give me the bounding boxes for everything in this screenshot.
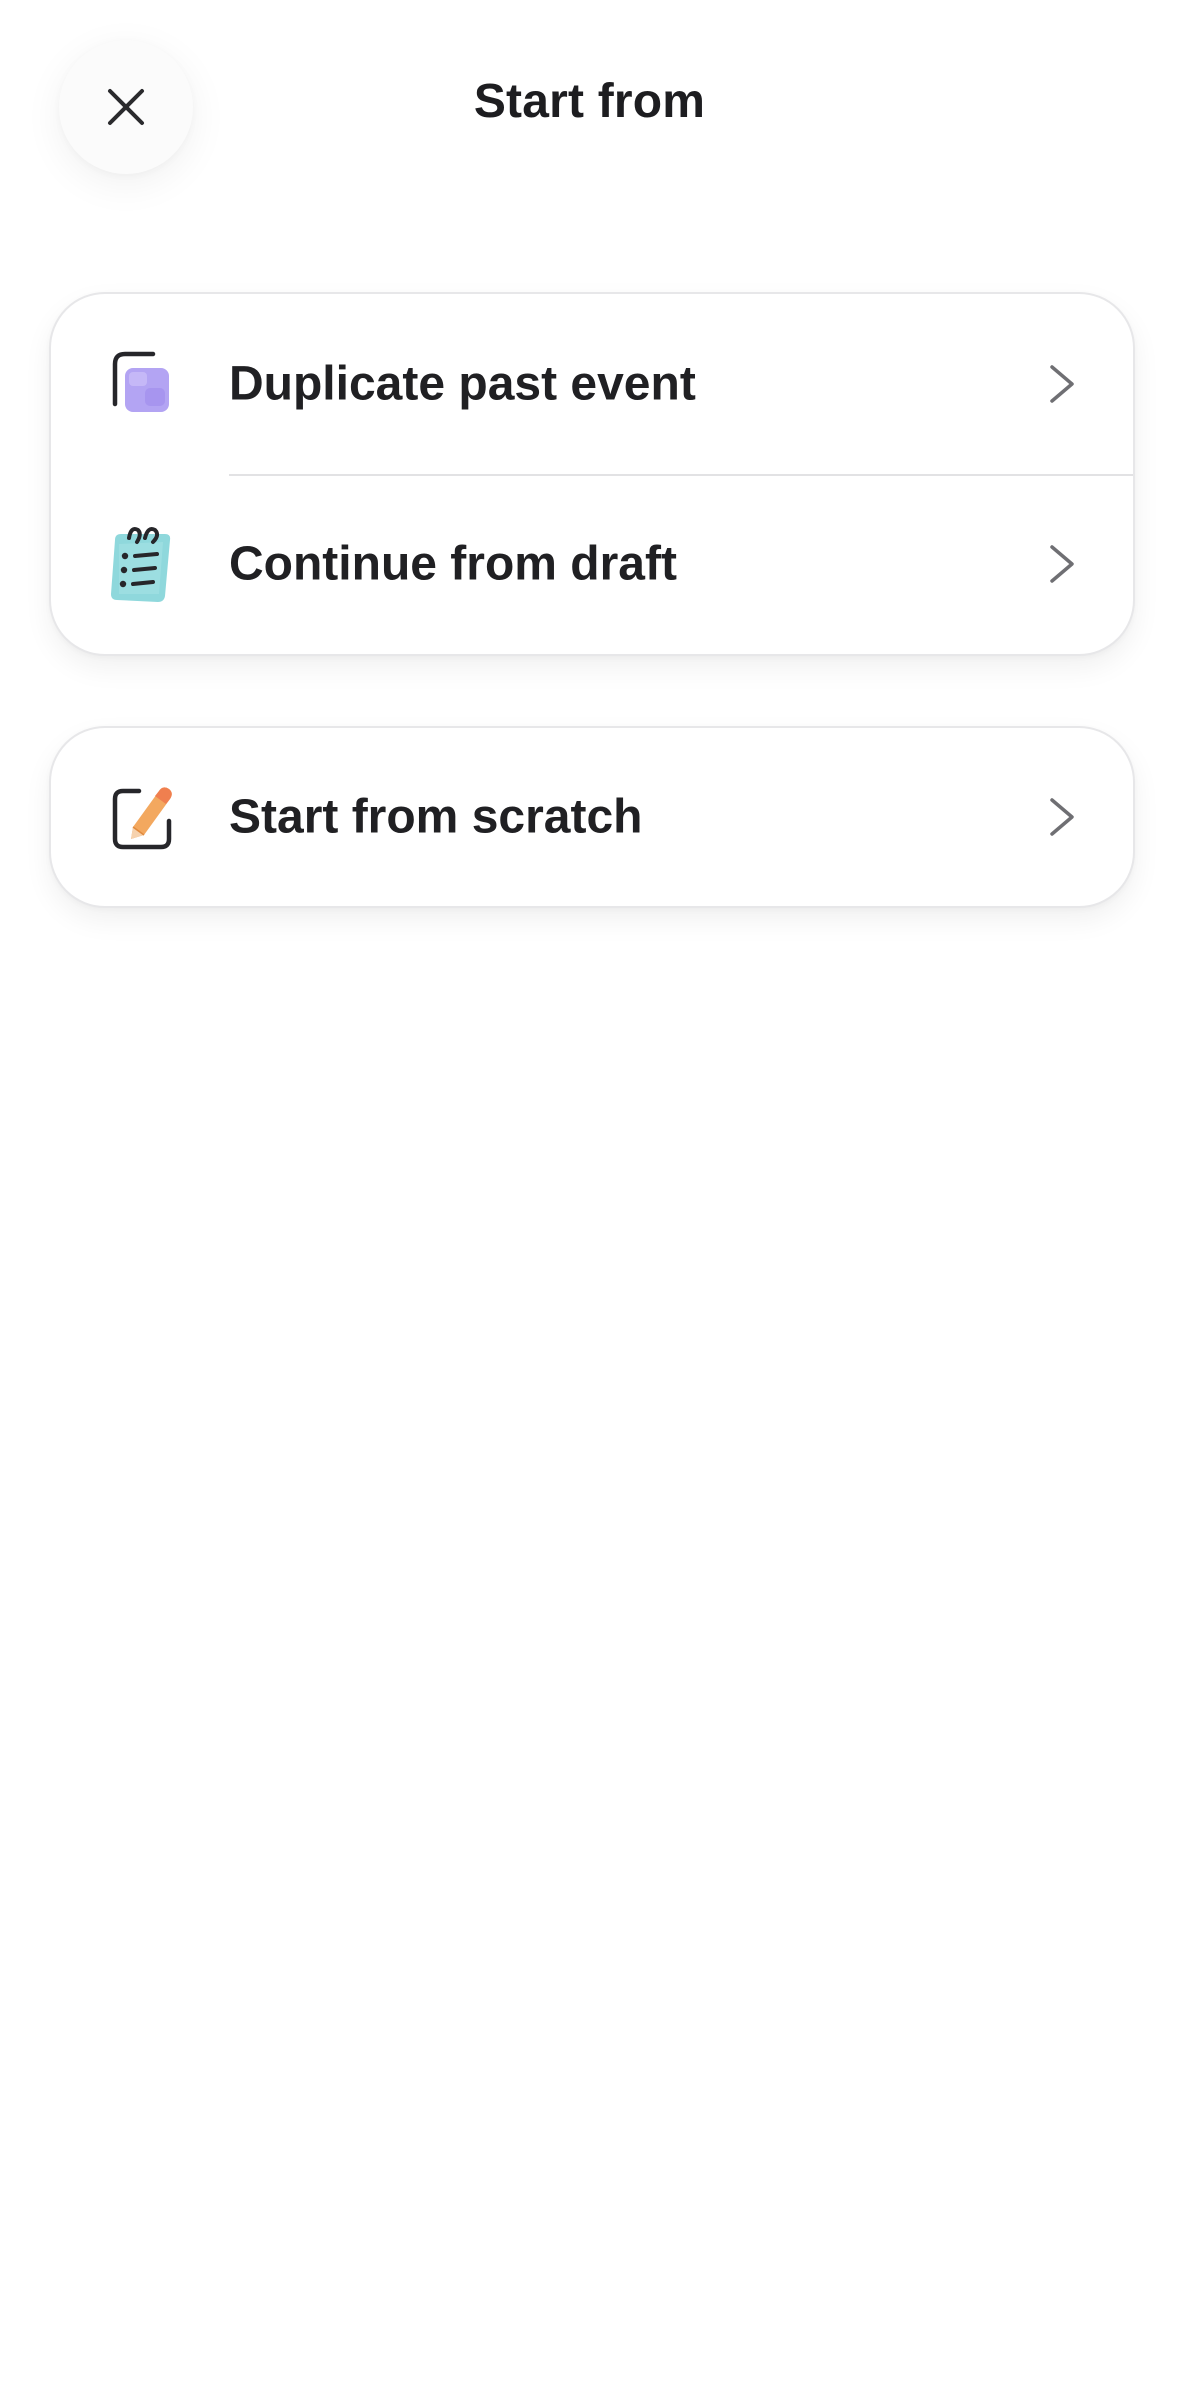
- chevron-right-icon: [1050, 365, 1074, 403]
- continue-from-draft-label: Continue from draft: [229, 537, 677, 591]
- edit-pencil-icon: [112, 787, 172, 850]
- chevron-right-icon: [1050, 798, 1074, 836]
- duplicate-past-event-label: Duplicate past event: [229, 357, 696, 411]
- continue-from-draft-row[interactable]: Continue from draft: [51, 474, 1133, 654]
- duplicate-icon: [112, 351, 169, 412]
- page-title: Start from: [473, 75, 706, 128]
- scratch-card: Start from scratch: [49, 726, 1135, 908]
- start-from-scratch-label: Start from scratch: [229, 790, 643, 844]
- header: Start from: [0, 0, 1179, 210]
- chevron-right-icon: [1050, 545, 1074, 583]
- start-options-card: Duplicate past event Continue from draft: [49, 292, 1135, 656]
- duplicate-past-event-row[interactable]: Duplicate past event: [51, 294, 1133, 474]
- notepad-icon: [111, 527, 171, 602]
- start-from-scratch-row[interactable]: Start from scratch: [51, 728, 1133, 906]
